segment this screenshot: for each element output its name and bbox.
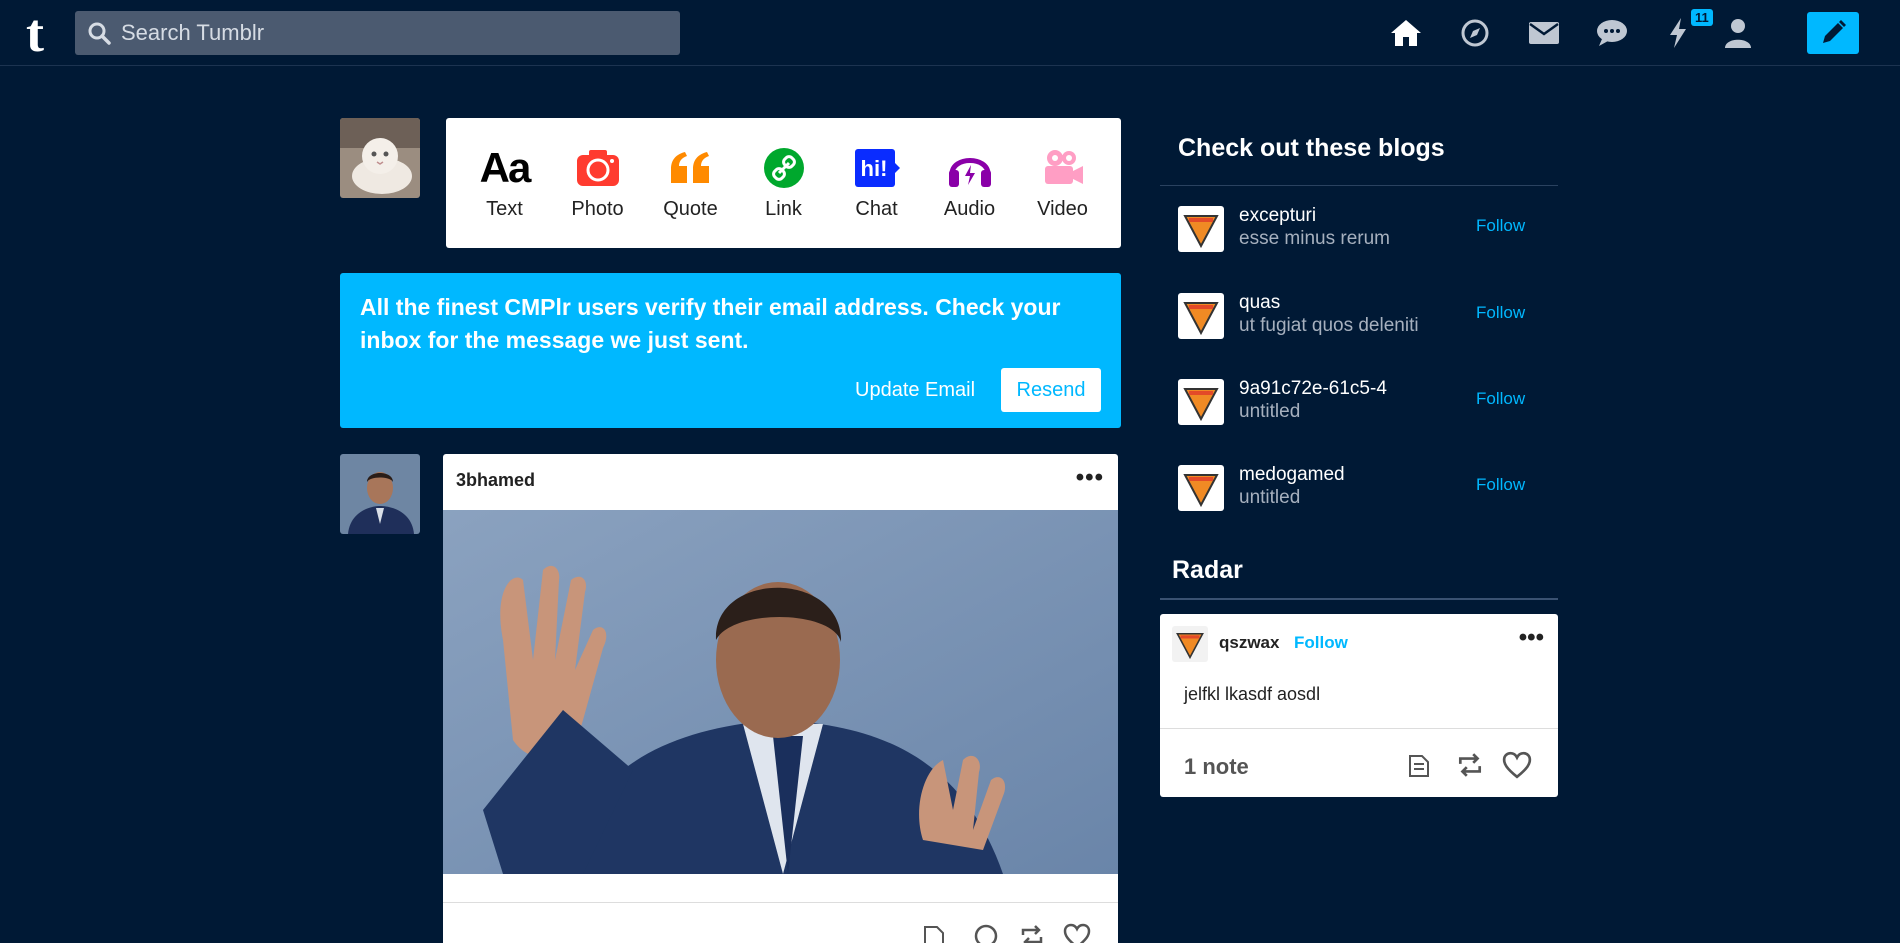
blog-name[interactable]: medogamed	[1239, 464, 1345, 486]
post-type-label: Video	[1037, 197, 1088, 220]
post-author[interactable]: 3bhamed	[456, 470, 535, 491]
post-type-link[interactable]: Link	[744, 146, 824, 221]
radar-post-body: jelfkl lkasdf aosdl	[1184, 684, 1321, 704]
blog-name[interactable]: 9a91c72e-61c5-4	[1239, 378, 1387, 400]
follow-button[interactable]: Follow	[1476, 389, 1525, 409]
radar-more-menu[interactable]: •••	[1519, 624, 1544, 652]
post-type-audio[interactable]: Audio	[930, 146, 1010, 221]
post-type-label: Audio	[943, 197, 996, 220]
radar-blog-name[interactable]: qszwax	[1219, 633, 1279, 653]
divider	[1160, 728, 1558, 729]
blog-subtitle: esse minus rerum	[1239, 228, 1390, 249]
verify-message: All the finest CMPlr users verify their …	[360, 294, 1061, 353]
post-type-quote[interactable]: Quote	[651, 146, 731, 221]
blog-avatar	[1178, 379, 1224, 425]
link-icon	[763, 146, 805, 190]
post-footer	[443, 902, 1118, 943]
headphones-icon	[947, 146, 993, 190]
home-icon[interactable]	[1388, 15, 1424, 51]
post-type-video[interactable]: Video	[1023, 146, 1103, 221]
post-type-label: Photo	[571, 197, 624, 220]
post-type-text[interactable]: Aa Text	[465, 143, 545, 221]
post-header: 3bhamed •••	[443, 454, 1118, 510]
radar-post: qszwax Follow ••• jelfkl lkasdf aosdl 1 …	[1160, 614, 1558, 797]
compose-button[interactable]	[1807, 12, 1859, 54]
radar-avatar[interactable]	[1172, 626, 1208, 662]
recommended-blogs-title: Check out these blogs	[1178, 134, 1445, 162]
explore-icon[interactable]	[1457, 15, 1493, 51]
radar-follow-button[interactable]: Follow	[1294, 633, 1348, 653]
search-icon	[88, 22, 111, 45]
quote-icon	[669, 146, 713, 190]
blog-subtitle: ut fugiat quos deleniti	[1239, 315, 1419, 336]
follow-button[interactable]: Follow	[1476, 475, 1525, 495]
verify-email-banner: All the finest CMPlr users verify their …	[340, 273, 1121, 428]
reply-icon[interactable]	[973, 923, 999, 943]
reblog-icon[interactable]	[1456, 751, 1484, 779]
post-type-selector: Aa Text Photo Quote Link hi! Chat Audio	[446, 118, 1121, 248]
post-type-chat[interactable]: hi! Chat	[837, 146, 917, 221]
account-icon[interactable]	[1720, 15, 1756, 51]
post-type-label: Chat	[855, 197, 898, 220]
recommended-blog[interactable]: quas ut fugiat quos deleniti Follow	[1160, 279, 1558, 365]
svg-text:hi!: hi!	[860, 156, 887, 181]
post-more-menu[interactable]: •••	[1076, 464, 1104, 492]
pencil-icon	[1823, 20, 1846, 43]
search-input[interactable]	[119, 19, 663, 47]
radar-title: Radar	[1172, 556, 1243, 584]
like-icon[interactable]	[1502, 751, 1532, 779]
blog-avatar	[1178, 206, 1224, 252]
post-photo[interactable]	[443, 510, 1118, 874]
tumblr-logo[interactable]: t	[26, 6, 44, 60]
share-icon[interactable]	[921, 923, 947, 943]
messages-icon[interactable]	[1594, 15, 1630, 51]
blog-subtitle: untitled	[1239, 401, 1301, 422]
blog-name[interactable]: excepturi	[1239, 205, 1316, 227]
post-type-label: Link	[765, 197, 802, 220]
post-type-photo[interactable]: Photo	[558, 146, 638, 221]
video-camera-icon	[1041, 146, 1085, 190]
notes-count[interactable]: 1 note	[1184, 754, 1249, 780]
blog-name[interactable]: quas	[1239, 292, 1280, 314]
inbox-icon[interactable]	[1526, 15, 1562, 51]
blog-avatar	[1178, 465, 1224, 511]
text-icon: Aa	[479, 143, 532, 191]
recommended-blog[interactable]: excepturi esse minus rerum Follow	[1160, 192, 1558, 278]
blog-subtitle: untitled	[1239, 487, 1301, 508]
camera-icon	[576, 146, 620, 190]
post-type-label: Quote	[663, 197, 718, 220]
poster-avatar[interactable]	[340, 454, 420, 534]
blog-avatar	[1178, 293, 1224, 339]
like-icon[interactable]	[1063, 923, 1091, 943]
search-bar[interactable]	[75, 11, 680, 55]
post-type-label: Text	[486, 197, 523, 220]
recommended-blog[interactable]: 9a91c72e-61c5-4 untitled Follow	[1160, 365, 1558, 451]
follow-button[interactable]: Follow	[1476, 303, 1525, 323]
top-bar: t 11	[0, 0, 1900, 66]
chat-icon: hi!	[854, 146, 900, 190]
reblog-icon[interactable]	[1019, 923, 1045, 943]
update-email-link[interactable]: Update Email	[855, 379, 975, 402]
activity-badge: 11	[1691, 9, 1713, 26]
resend-button[interactable]: Resend	[1001, 368, 1101, 412]
recommended-blog[interactable]: medogamed untitled Follow	[1160, 451, 1558, 537]
my-avatar[interactable]	[340, 118, 420, 198]
share-icon[interactable]	[1405, 751, 1433, 779]
follow-button[interactable]: Follow	[1476, 216, 1525, 236]
divider	[1160, 185, 1558, 186]
dashboard-post: 3bhamed •••	[443, 454, 1118, 943]
divider	[1160, 598, 1558, 600]
